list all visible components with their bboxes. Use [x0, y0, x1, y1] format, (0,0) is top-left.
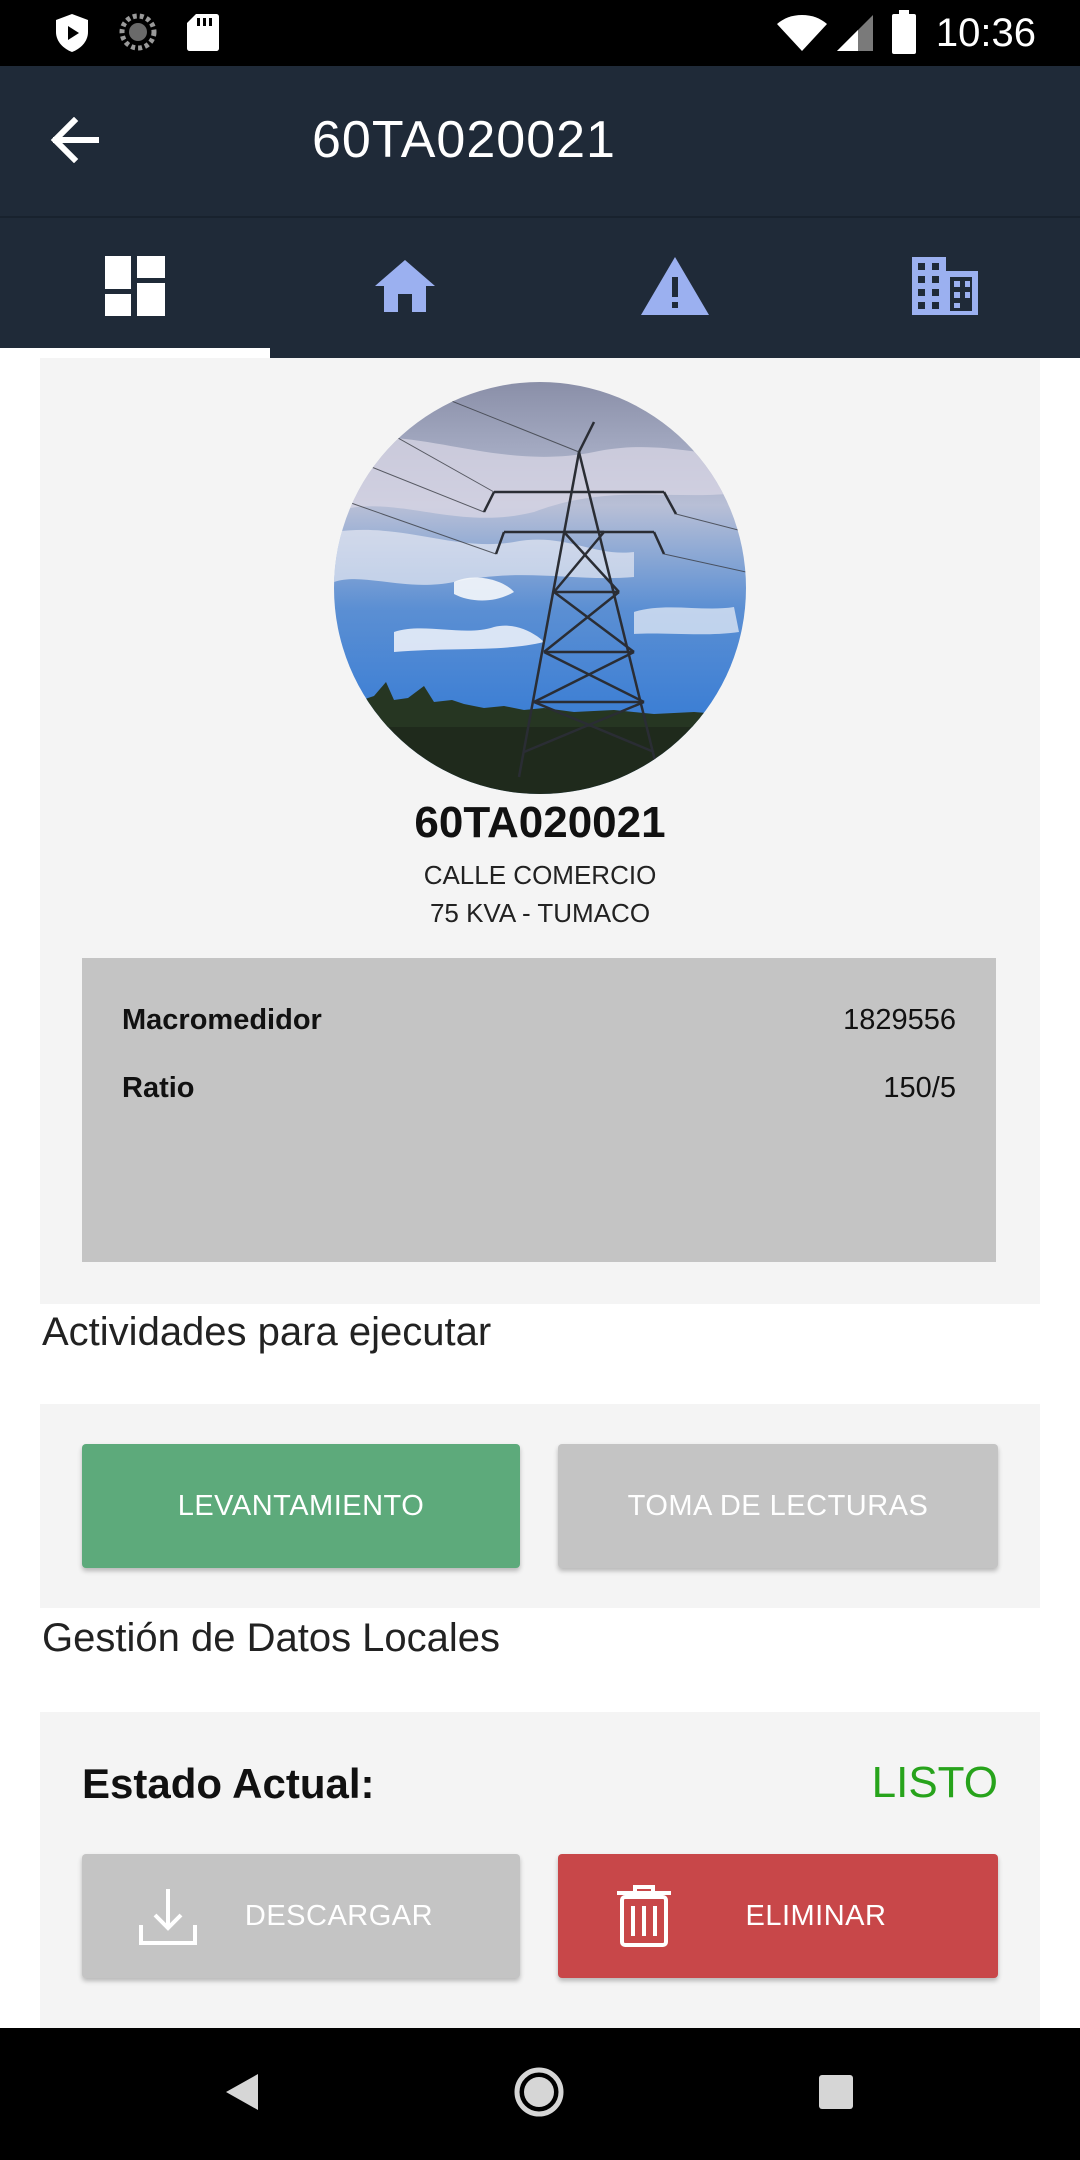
eliminar-label: ELIMINAR	[745, 1899, 887, 1932]
detail-label: Ratio	[122, 1072, 195, 1104]
nav-back-button[interactable]	[212, 2064, 272, 2124]
profile-capacity: 75 KVA - TUMACO	[429, 898, 651, 928]
nav-home-button[interactable]	[509, 2064, 569, 2124]
toma-de-lecturas-button[interactable]: TOMA DE LECTURAS	[558, 1444, 998, 1568]
status-value: LISTO	[871, 1758, 998, 1807]
nav-recents-icon	[817, 2073, 855, 2115]
descargar-button[interactable]: DESCARGAR	[82, 1854, 520, 1978]
activities-section-title: Actividades para ejecutar	[42, 1310, 492, 1354]
tab-dashboard[interactable]	[0, 218, 270, 358]
download-icon	[136, 1884, 200, 1948]
screen: 10:36 60TA020021 60TA020021 CALLE COMERC…	[0, 0, 1080, 2160]
eliminar-button[interactable]: ELIMINAR	[558, 1854, 998, 1978]
nav-back-icon	[222, 2070, 262, 2118]
detail-label: Macromedidor	[122, 1004, 322, 1036]
back-button[interactable]	[40, 112, 110, 172]
trash-icon	[612, 1884, 676, 1948]
nav-recents-button[interactable]	[806, 2064, 866, 2124]
detail-value: 1829556	[843, 1004, 956, 1036]
play-protect-icon	[52, 12, 92, 58]
dashboard-icon	[105, 256, 165, 320]
detail-value: 150/5	[883, 1072, 956, 1104]
detail-row-ratio: Ratio 150/5	[122, 1072, 956, 1105]
nav-home-icon	[513, 2066, 565, 2122]
app-bar: 60TA020021	[0, 66, 1080, 218]
battery-icon	[892, 10, 916, 58]
scroll-content[interactable]: 60TA020021 CALLE COMERCIO 75 KVA - TUMAC…	[0, 358, 1080, 2028]
profile-card: 60TA020021 CALLE COMERCIO 75 KVA - TUMAC…	[40, 358, 1040, 1304]
system-nav-bar	[0, 2028, 1080, 2160]
tab-indicator	[0, 348, 270, 358]
transformer-photo	[334, 382, 746, 794]
descargar-label: DESCARGAR	[244, 1899, 434, 1932]
wifi-icon	[776, 14, 828, 56]
levantamiento-button[interactable]: LEVANTAMIENTO	[82, 1444, 520, 1568]
tab-bar	[0, 218, 1080, 358]
details-box: Macromedidor 1829556 Ratio 150/5	[82, 958, 996, 1262]
local-data-card: Estado Actual: LISTO DESCARGAR ELIMINAR	[40, 1712, 1040, 2028]
status-label: Estado Actual:	[82, 1760, 375, 1807]
profile-address: CALLE COMERCIO	[423, 860, 657, 890]
home-icon	[373, 258, 437, 318]
tab-warnings[interactable]	[540, 218, 810, 358]
tab-buildings[interactable]	[810, 218, 1080, 358]
detail-row-macromedidor: Macromedidor 1829556	[122, 1004, 956, 1037]
loading-icon	[118, 12, 158, 56]
tab-home[interactable]	[270, 218, 540, 358]
activities-card: LEVANTAMIENTO TOMA DE LECTURAS	[40, 1404, 1040, 1608]
page-title: 60TA020021	[312, 111, 616, 169]
building-icon	[912, 257, 978, 319]
profile-name: 60TA020021	[414, 798, 666, 847]
status-bar: 10:36	[0, 0, 1080, 66]
warning-icon	[639, 255, 711, 321]
signal-icon	[836, 14, 874, 56]
arrow-back-icon	[50, 116, 100, 167]
local-data-section-title: Gestión de Datos Locales	[42, 1616, 501, 1660]
sd-card-icon	[186, 12, 220, 56]
status-time: 10:36	[935, 11, 1036, 55]
